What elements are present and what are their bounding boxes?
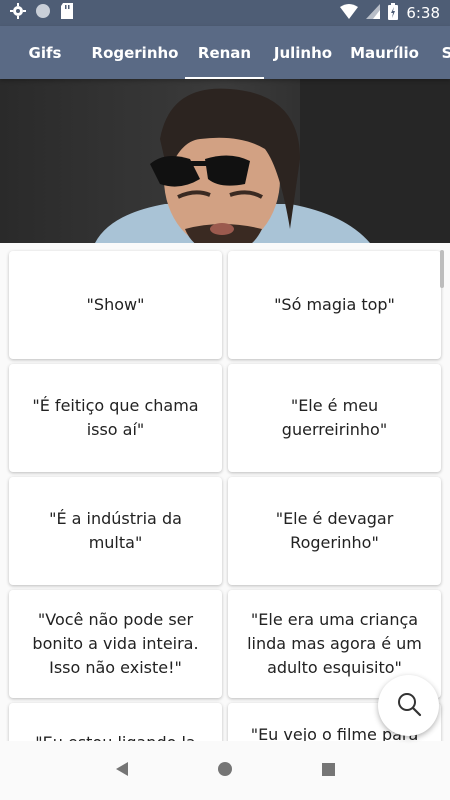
gear-icon xyxy=(10,3,26,23)
tab-bar: Gifs Rogerinho Renan Julinho Maurílio S xyxy=(0,26,450,79)
home-icon[interactable] xyxy=(218,761,233,780)
quote-card[interactable]: "É feitiço que chama isso aí" xyxy=(9,364,222,472)
tab-s[interactable]: S xyxy=(427,26,450,79)
quote-card[interactable]: "Eu estou ligando la xyxy=(9,703,222,741)
quote-card[interactable]: "É a indústria da multa" xyxy=(9,477,222,585)
quote-card[interactable]: "Você não pode ser bonito a vida inteira… xyxy=(9,590,222,698)
tab-julinho[interactable]: Julinho xyxy=(264,26,342,79)
quotes-grid: "Show" "Só magia top" "É feitiço que cha… xyxy=(0,243,450,741)
circle-icon xyxy=(35,3,51,23)
search-icon xyxy=(396,691,422,721)
quote-card[interactable]: "Só magia top" xyxy=(228,251,441,359)
recents-icon[interactable] xyxy=(322,761,336,780)
quote-card[interactable]: "Show" xyxy=(9,251,222,359)
quote-card[interactable]: "Ele é devagar Rogerinho" xyxy=(228,477,441,585)
tab-maurilio[interactable]: Maurílio xyxy=(342,26,427,79)
system-navigation-bar xyxy=(0,741,450,800)
character-header-image xyxy=(0,79,450,243)
quote-card[interactable]: "Ele é meu guerreirinho" xyxy=(228,364,441,472)
status-bar: 6:38 xyxy=(0,0,450,26)
scrollbar[interactable] xyxy=(440,250,444,288)
sd-card-icon xyxy=(60,3,74,23)
wifi-icon xyxy=(340,3,359,23)
tab-rogerinho[interactable]: Rogerinho xyxy=(90,26,180,79)
back-icon[interactable] xyxy=(115,761,129,780)
search-button[interactable] xyxy=(378,675,439,736)
clock-text: 6:38 xyxy=(406,4,440,22)
battery-icon xyxy=(388,2,399,24)
tab-gifs[interactable]: Gifs xyxy=(0,26,90,79)
tab-renan[interactable]: Renan xyxy=(185,26,264,79)
signal-icon xyxy=(366,3,381,23)
